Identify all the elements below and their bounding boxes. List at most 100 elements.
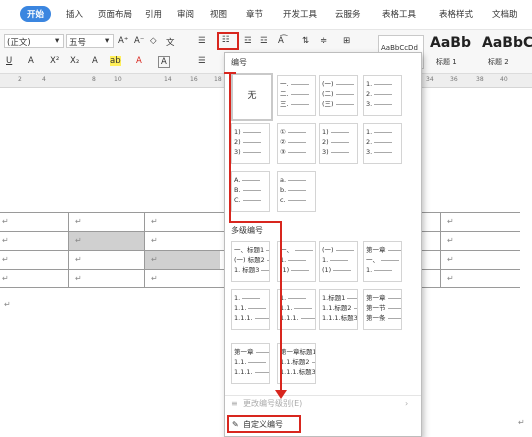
tab-table-tools[interactable]: 表格工具 <box>382 8 416 20</box>
multilevel-section-title: 多级编号 <box>231 226 263 235</box>
tab-insert[interactable]: 插入 <box>66 8 83 20</box>
custom-numbering-menu-item[interactable]: ✎ 自定义编号(M)... <box>227 415 301 437</box>
grow-font-button[interactable]: A⁺ <box>118 36 128 46</box>
tab-sections[interactable]: 章节 <box>246 8 263 20</box>
ruler-tick: 14 <box>164 76 172 83</box>
table-cell[interactable]: ↵ <box>0 270 68 288</box>
underline-button[interactable]: U <box>6 56 12 66</box>
tab-doc-helper[interactable]: 文档助 <box>492 8 518 20</box>
border-icon[interactable]: ⊞ <box>343 36 350 46</box>
multilevel-option[interactable]: 一、标题1 (一) 标题2 1. 标题3 <box>231 241 270 282</box>
table-cell[interactable]: ↵ <box>144 251 220 269</box>
tab-references[interactable]: 引用 <box>145 8 162 20</box>
change-level-menu-item[interactable]: ≡ 更改编号级别(E) › <box>225 395 421 411</box>
paragraph-mark: ↵ <box>518 418 525 427</box>
multilevel-option[interactable]: 1.标题1 1.1.标题2 1.1.1.标题3 <box>319 289 358 330</box>
font-size-value: 五号 <box>69 38 87 48</box>
decrease-indent-icon[interactable]: ☲ <box>244 36 252 46</box>
clear-format-icon[interactable]: ◇ <box>150 36 157 46</box>
numbering-option[interactable]: a. b. c. <box>277 171 316 212</box>
tab-view[interactable]: 视图 <box>210 8 227 20</box>
ruler-tick: 36 <box>450 76 458 83</box>
table-cell[interactable]: ↵ <box>144 270 220 288</box>
dropdown-title: 编号 <box>231 58 247 67</box>
pencil-icon: ✎ <box>232 420 239 429</box>
table-cell[interactable]: ↵ <box>440 232 520 250</box>
table-cell[interactable]: ↵ <box>0 213 68 231</box>
ruler-tick: 40 <box>500 76 508 83</box>
guide-arrow-line <box>224 72 236 74</box>
subscript-button[interactable]: X₂ <box>70 56 79 66</box>
numbering-option[interactable]: 1. 2. 3. <box>363 123 402 164</box>
chevron-down-icon: ▾ <box>55 36 60 46</box>
font-size-select[interactable]: 五号 ▾ <box>66 34 114 48</box>
tab-developer[interactable]: 开发工具 <box>283 8 317 20</box>
style-heading2-preview: AaBbC <box>482 35 532 51</box>
numbering-option[interactable]: 1) 2) 3) <box>319 123 358 164</box>
numbering-button[interactable]: ☷ <box>217 32 239 50</box>
numbering-option[interactable]: ①②③ <box>277 123 316 164</box>
style-select[interactable]: (正文) ▾ <box>4 34 64 48</box>
numbering-option[interactable]: 1. 2. 3. <box>363 75 402 116</box>
char-shading-icon[interactable]: A <box>158 56 170 68</box>
bullet-list-icon[interactable]: ☰ <box>198 36 206 46</box>
change-level-label: 更改编号级别(E) <box>243 399 303 408</box>
table-cell[interactable]: ↵ <box>144 213 220 231</box>
numbering-option[interactable]: 1) 2) 3) <box>231 123 270 164</box>
table-cell[interactable]: ↵ <box>440 213 520 231</box>
guide-arrow-line <box>280 221 282 391</box>
increase-indent-icon[interactable]: ☲ <box>260 36 268 46</box>
tab-page-layout[interactable]: 页面布局 <box>98 8 132 20</box>
shrink-font-button[interactable]: A⁻ <box>134 36 144 46</box>
line-spacing-icon[interactable]: ≑ <box>320 36 327 46</box>
chinese-layout-icon[interactable]: A͡ <box>278 36 284 46</box>
table-cell[interactable]: ↵ <box>440 251 520 269</box>
table-cell[interactable]: ↵ <box>68 270 144 288</box>
text-effect-icon[interactable]: A <box>92 56 98 66</box>
custom-numbering-label: 自定义编号(M)... <box>243 420 283 437</box>
table-cell[interactable]: ↵ <box>144 232 220 250</box>
multilevel-option[interactable]: 第一章标题1 1.1.标题2 1.1.1.标题3 <box>277 343 316 384</box>
indent-icon: ≡ <box>231 399 238 408</box>
multilevel-option[interactable]: 一、 1. (1) <box>277 241 316 282</box>
table-cell[interactable]: ↵ <box>0 232 68 250</box>
numbering-none[interactable]: 无 <box>231 73 273 121</box>
style-heading1[interactable]: AaBb 标题 1 <box>428 35 478 69</box>
style-heading1-label: 标题 1 <box>436 58 457 66</box>
table-cell[interactable]: ↵ <box>68 232 144 250</box>
multilevel-option[interactable]: 第一章 一、 1. <box>363 241 402 282</box>
multilevel-option[interactable]: 1. 1.1. 1.1.1. <box>231 289 270 330</box>
tab-review[interactable]: 审阅 <box>177 8 194 20</box>
table-cell[interactable]: ↵ <box>0 251 68 269</box>
highlight-button[interactable]: ab <box>110 56 121 66</box>
ruler-tick: 38 <box>476 76 484 83</box>
table-cell[interactable]: ↵ <box>68 213 144 231</box>
style-heading2[interactable]: AaBbC 标题 2 <box>480 35 532 69</box>
sort-icon[interactable]: ⇅ <box>302 36 309 46</box>
chevron-down-icon: ▾ <box>105 36 110 46</box>
numbering-option[interactable]: 一. 二. 三. <box>277 75 316 116</box>
align-left-icon[interactable]: ☰ <box>198 56 206 66</box>
ruler-tick: 10 <box>114 76 122 83</box>
font-color-button[interactable]: A <box>28 56 34 66</box>
multilevel-option[interactable]: (一) 1. (1) <box>319 241 358 282</box>
multilevel-option[interactable]: 1. 1.1. 1.1.1. <box>277 289 316 330</box>
superscript-button[interactable]: X² <box>50 56 59 66</box>
menu-bar: 开始 插入 页面布局 引用 审阅 视图 章节 开发工具 云服务 表格工具 表格样… <box>0 0 532 30</box>
numbering-option[interactable]: A. B. C. <box>231 171 270 212</box>
multilevel-option[interactable]: 第一章 第一节 第一条 <box>363 289 402 330</box>
tab-cloud[interactable]: 云服务 <box>335 8 361 20</box>
table-cell[interactable]: ↵ <box>440 270 520 288</box>
multilevel-option[interactable]: 第一章 1.1. 1.1.1. <box>231 343 270 384</box>
style-heading2-label: 标题 2 <box>488 58 509 66</box>
tab-home[interactable]: 开始 <box>20 6 52 22</box>
tab-table-style[interactable]: 表格样式 <box>439 8 473 20</box>
ruler-tick: 16 <box>190 76 198 83</box>
numbering-none-label: 无 <box>247 91 257 101</box>
table-cell[interactable]: ↵ <box>68 251 144 269</box>
font-color-red-button[interactable]: A <box>136 56 142 66</box>
numbering-option[interactable]: (一) (二) (三) <box>319 75 358 116</box>
phonetic-icon[interactable]: 文 <box>166 36 175 48</box>
guide-arrow-line <box>229 72 231 222</box>
style-select-value: (正文) <box>7 38 31 48</box>
